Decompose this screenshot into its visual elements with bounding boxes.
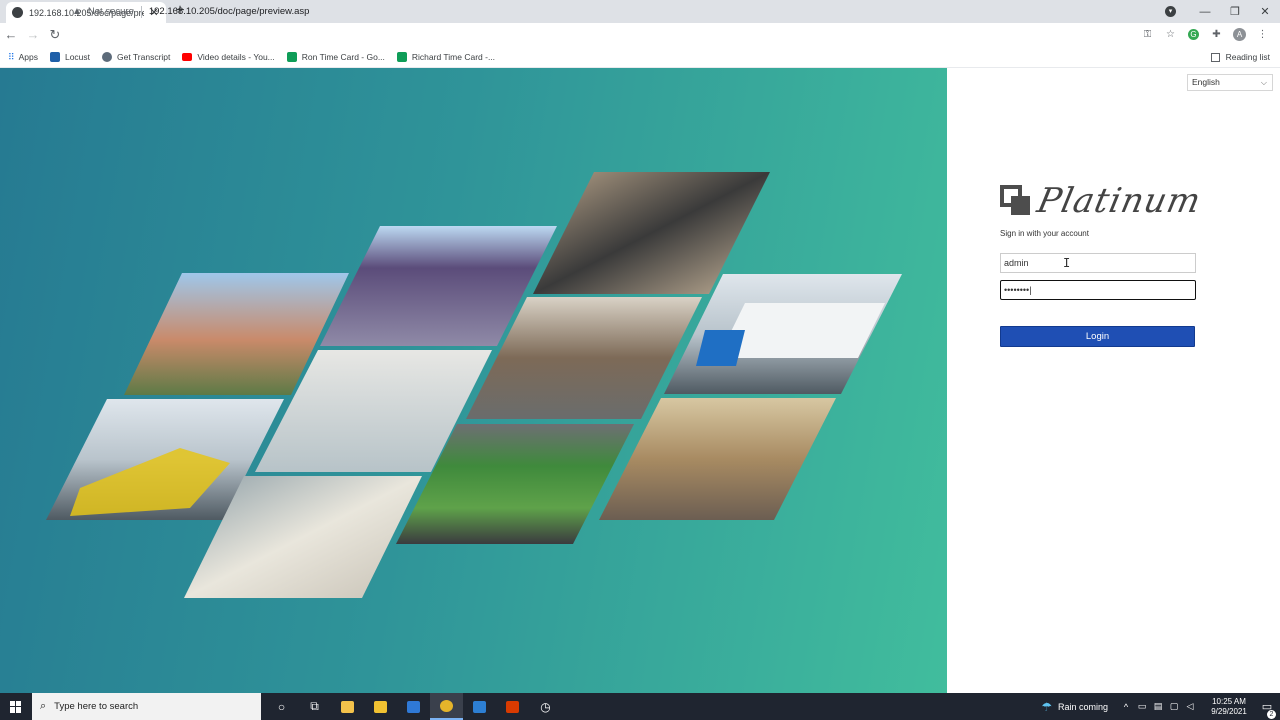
mail-icon[interactable] xyxy=(397,693,430,720)
menu-kebab-icon[interactable]: ⋮ xyxy=(1251,29,1274,40)
omnibox-divider xyxy=(140,5,142,18)
chevron-down-icon: ⌵ xyxy=(1260,78,1267,87)
cortana-icon[interactable]: ○ xyxy=(265,693,298,720)
weather-widget[interactable]: ☂ Rain coming xyxy=(1041,700,1108,714)
bookmark-label: Richard Time Card -... xyxy=(411,51,496,62)
restore-button[interactable]: ❐ xyxy=(1220,5,1250,18)
clock-time: 10:25 AM xyxy=(1212,696,1246,706)
umbrella-icon: ☂ xyxy=(1041,699,1052,714)
battery-icon[interactable]: ▭ xyxy=(1134,701,1150,712)
windows-taskbar: ⌕ Type here to search ○ ⧉ ◷ ☂ Rain comin… xyxy=(0,693,1280,720)
chrome-icon[interactable] xyxy=(430,693,463,720)
keyboard-icon[interactable]: ▤ xyxy=(1150,701,1166,712)
bookmark-richard-time-card[interactable]: Richard Time Card -... xyxy=(396,51,496,62)
apps-grid-icon: ⠿ xyxy=(8,51,15,62)
notifications-icon[interactable]: ▭ 2 xyxy=(1254,700,1280,719)
bookmark-label: Apps xyxy=(18,51,38,62)
transcript-favicon-icon xyxy=(102,51,113,62)
login-panel: English ⌵ Platinum Sign in with your acc… xyxy=(947,68,1280,693)
key-icon[interactable]: ⚿ xyxy=(1136,29,1159,40)
youtube-favicon-icon xyxy=(182,52,193,61)
windows-logo-icon xyxy=(10,700,22,713)
system-tray: ☂ Rain coming ^ ▭ ▤ ▢ ◁ 10:25 AM 9/29/20… xyxy=(1041,693,1280,720)
password-input[interactable]: ••••••••| xyxy=(1000,280,1196,300)
bookmark-label: Get Transcript xyxy=(117,51,171,62)
username-input[interactable]: admin xyxy=(1000,253,1196,273)
search-icon: ⌕ xyxy=(40,700,47,712)
language-select[interactable]: English ⌵ xyxy=(1187,74,1273,91)
office-icon[interactable] xyxy=(496,693,529,720)
search-placeholder: Type here to search xyxy=(54,701,139,712)
platinum-logo-icon xyxy=(1000,185,1032,217)
task-view-icon[interactable]: ⧉ xyxy=(298,693,331,720)
show-hidden-icons-icon[interactable]: ^ xyxy=(1118,702,1134,712)
star-icon[interactable]: ☆ xyxy=(1159,29,1182,40)
start-button[interactable] xyxy=(0,693,32,720)
system-clock[interactable]: 10:25 AM 9/29/2021 xyxy=(1204,697,1254,717)
clock-app-icon[interactable]: ◷ xyxy=(529,693,562,720)
taskbar-apps: ○ ⧉ ◷ xyxy=(265,693,562,720)
close-window-button[interactable]: ✕ xyxy=(1250,5,1280,18)
store-icon[interactable] xyxy=(364,693,397,720)
hero-collage xyxy=(0,68,947,693)
notification-count: 2 xyxy=(1267,710,1276,719)
weather-text: Rain coming xyxy=(1057,701,1108,712)
forward-arrow-icon[interactable]: → xyxy=(22,27,44,42)
extensions-puzzle-icon[interactable]: ✚ xyxy=(1205,29,1228,40)
grammarly-extension-icon[interactable]: G xyxy=(1188,29,1199,40)
bookmark-label: Locust xyxy=(64,51,91,62)
locust-favicon-icon xyxy=(49,51,60,62)
volume-icon[interactable]: ◁ xyxy=(1182,701,1198,712)
profile-avatar[interactable]: A xyxy=(1233,28,1246,41)
bookmark-ron-time-card[interactable]: Ron Time Card - Go... xyxy=(286,51,385,62)
bookmark-label: Video details - You... xyxy=(197,51,275,62)
reload-icon[interactable]: ↻ xyxy=(44,27,66,43)
bookmark-youtube[interactable]: Video details - You... xyxy=(182,51,275,62)
reading-list-icon xyxy=(1210,52,1220,62)
file-explorer-icon[interactable] xyxy=(331,693,364,720)
language-selected: English xyxy=(1192,77,1220,87)
sign-in-subtitle: Sign in with your account xyxy=(1000,229,1089,238)
bookmark-label: Ron Time Card - Go... xyxy=(301,51,385,62)
brand-logo: Platinum xyxy=(1000,181,1205,221)
clock-date: 9/29/2021 xyxy=(1211,706,1247,716)
text-cursor-icon: I xyxy=(1063,256,1071,270)
photos-icon[interactable] xyxy=(463,693,496,720)
minimize-button[interactable]: — xyxy=(1190,6,1220,18)
back-arrow-icon[interactable]: ← xyxy=(0,27,22,42)
bookmark-get-transcript[interactable]: Get Transcript xyxy=(102,51,171,62)
bookmark-apps[interactable]: ⠿ Apps xyxy=(8,52,38,62)
brand-name: Platinum xyxy=(1033,181,1205,221)
omnibox[interactable]: ▲ Not secure 192.168.10.205/doc/page/pre… xyxy=(72,2,1148,21)
address-bar: ← → ↻ xyxy=(0,23,1280,46)
network-icon[interactable]: ▢ xyxy=(1166,701,1182,712)
tab-search-icon[interactable]: ▾ xyxy=(1165,6,1176,17)
industry-collage-image xyxy=(46,172,902,598)
bookmarks-bar: ⠿ Apps Locust Get Transcript Video detai… xyxy=(0,46,1280,68)
sheets-favicon-icon xyxy=(286,51,297,62)
reading-list-label: Reading list xyxy=(1225,52,1270,62)
reading-list-button[interactable]: Reading list xyxy=(1210,46,1270,68)
address-bar-actions: ⚿ ☆ G ✚ A ⋮ xyxy=(1136,23,1274,46)
login-page: English ⌵ Platinum Sign in with your acc… xyxy=(0,68,1280,693)
login-button[interactable]: Login xyxy=(1000,326,1195,347)
bookmark-locust[interactable]: Locust xyxy=(49,51,91,62)
security-status[interactable]: Not secure xyxy=(88,6,134,17)
site-favicon-icon xyxy=(12,7,23,18)
warning-icon: ▲ xyxy=(72,6,82,17)
url-text[interactable]: 192.168.10.205/doc/page/preview.asp xyxy=(149,6,310,17)
taskbar-search-box[interactable]: ⌕ Type here to search xyxy=(32,693,261,720)
sheets-favicon-icon xyxy=(396,51,407,62)
